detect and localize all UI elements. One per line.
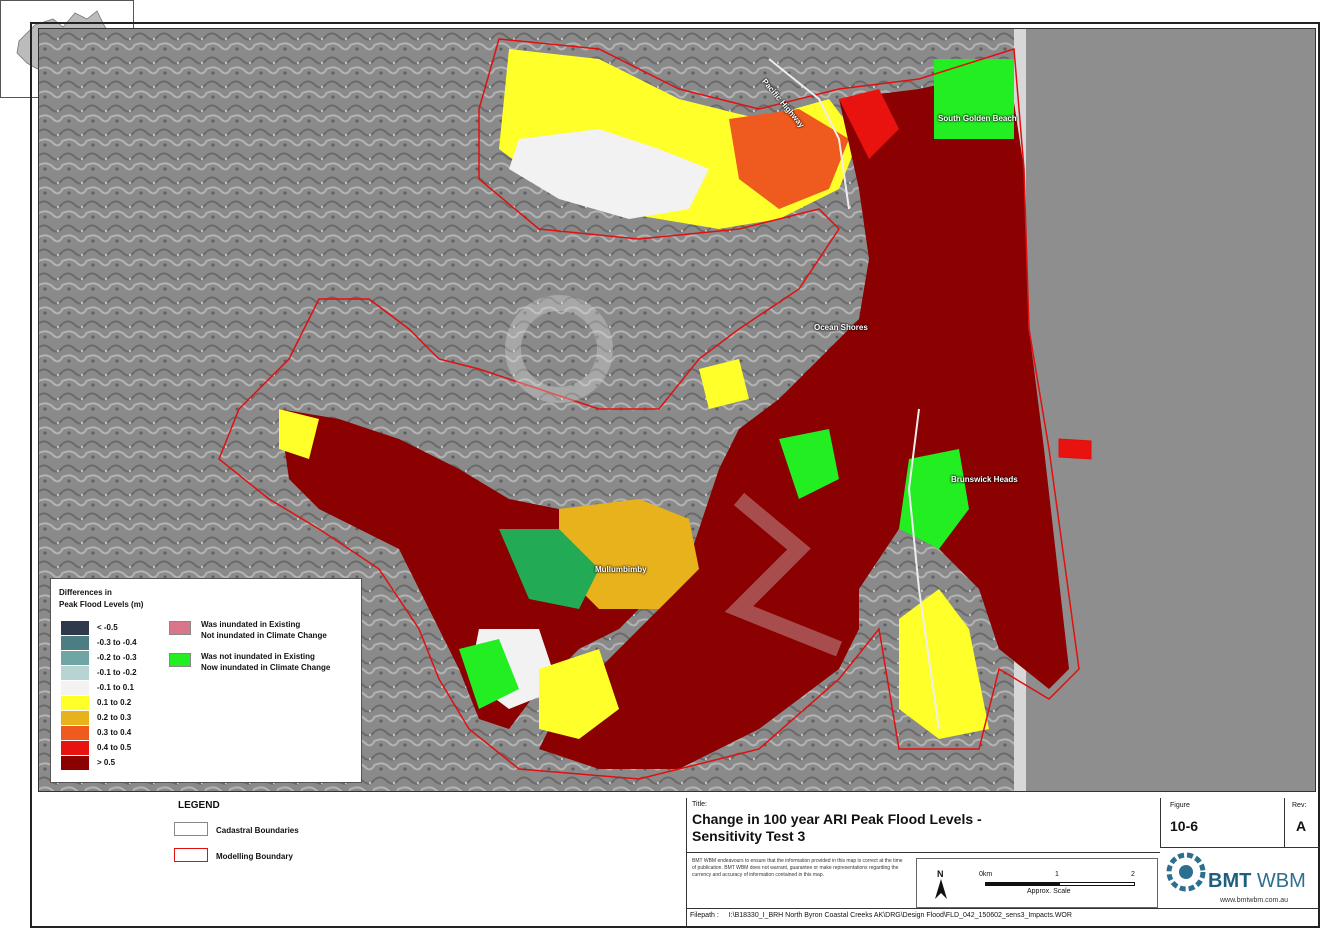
place-ocean-shores: Ocean Shores — [814, 323, 868, 332]
bmt-url[interactable]: www.bmtwbm.com.au — [1220, 897, 1288, 904]
place-mullumbimby: Mullumbimby — [595, 565, 647, 574]
scale-tick-2: 2 — [1131, 871, 1135, 878]
north-arrow-icon: N — [937, 869, 944, 879]
legend-class-swatch — [61, 621, 89, 635]
scale-tick-0: 0km — [979, 871, 993, 878]
legend-class-swatch — [61, 756, 89, 770]
legend-cadastral-label: Cadastral Boundaries — [216, 826, 299, 835]
filepath: Filepath : I:\B18330_I_BRH North Byron C… — [690, 912, 1072, 919]
map-title: Change in 100 year ARI Peak Flood Levels… — [692, 811, 982, 844]
legend-boundary-label: Modelling Boundary — [216, 852, 293, 861]
legend-class-label: 0.2 to 0.3 — [97, 713, 132, 722]
legend-category-was-inundated: Was inundated in Existing Not inundated … — [169, 619, 359, 649]
legend-class-label: 0.4 to 0.5 — [97, 743, 132, 752]
category-swatch — [169, 621, 191, 635]
title-label: Title: — [692, 801, 707, 808]
legend-title: Differences in Peak Flood Levels (m) — [59, 588, 144, 609]
legend-class-label: -0.2 to -0.3 — [97, 653, 137, 662]
bmt-logo-text: BMT WBM — [1208, 870, 1306, 892]
ocean — [1024, 29, 1315, 791]
legend-class-label: -0.3 to -0.4 — [97, 638, 137, 647]
bmt-logo-icon — [1166, 852, 1206, 892]
disclaimer-text: BMT WBM endeavours to ensure that the in… — [692, 858, 903, 878]
north-arrow-shape — [935, 879, 947, 899]
legend-class-label: 0.1 to 0.2 — [97, 698, 132, 707]
legend-class-swatch — [61, 711, 89, 725]
figure-number: 10-6 — [1170, 818, 1199, 834]
legend-heading: LEGEND — [178, 800, 220, 811]
legend-class-label: -0.1 to -0.2 — [97, 668, 137, 677]
legend-class-row: 0.4 to 0.5 — [61, 741, 211, 755]
place-brunswick-heads: Brunswick Heads — [951, 475, 1018, 484]
scale-bar — [985, 882, 1135, 886]
legend-class-swatch — [61, 726, 89, 740]
peak-flood-legend: Differences in Peak Flood Levels (m) < -… — [50, 578, 362, 783]
legend-class-swatch — [61, 651, 89, 665]
legend-class-label: > 0.5 — [97, 758, 116, 767]
legend-class-swatch — [61, 666, 89, 680]
revision-value: A — [1296, 818, 1307, 834]
legend-class-label: -0.1 to 0.1 — [97, 683, 134, 692]
legend-class-swatch — [61, 741, 89, 755]
scale-bar-box: N 0km 1 2 Approx. Scale — [916, 858, 1158, 908]
boundary-swatch — [174, 848, 208, 862]
legend-class-swatch — [61, 681, 89, 695]
legend-class-label: < -0.5 — [97, 623, 118, 632]
category-swatch — [169, 653, 191, 667]
title-divider — [686, 852, 1160, 853]
legend-class-swatch — [61, 636, 89, 650]
legend-class-row: 0.3 to 0.4 — [61, 726, 211, 740]
legend-class-row: 0.1 to 0.2 — [61, 696, 211, 710]
legend-class-row: > 0.5 — [61, 756, 211, 770]
figure-label: Figure — [1170, 802, 1190, 809]
scale-caption: Approx. Scale — [1027, 888, 1071, 895]
legend-class-swatch — [61, 696, 89, 710]
zone-river-mouth — [1058, 438, 1092, 460]
legend-category-now-inundated: Was not inundated in Existing Now inunda… — [169, 651, 359, 681]
revision-label: Rev: — [1292, 802, 1307, 809]
legend-class-label: 0.3 to 0.4 — [97, 728, 132, 737]
scale-tick-1: 1 — [1055, 871, 1059, 878]
place-south-golden-beach: South Golden Beach — [938, 114, 1017, 123]
legend-class-row: -0.1 to 0.1 — [61, 681, 211, 695]
cadastral-swatch — [174, 822, 208, 836]
legend-class-row: 0.2 to 0.3 — [61, 711, 211, 725]
